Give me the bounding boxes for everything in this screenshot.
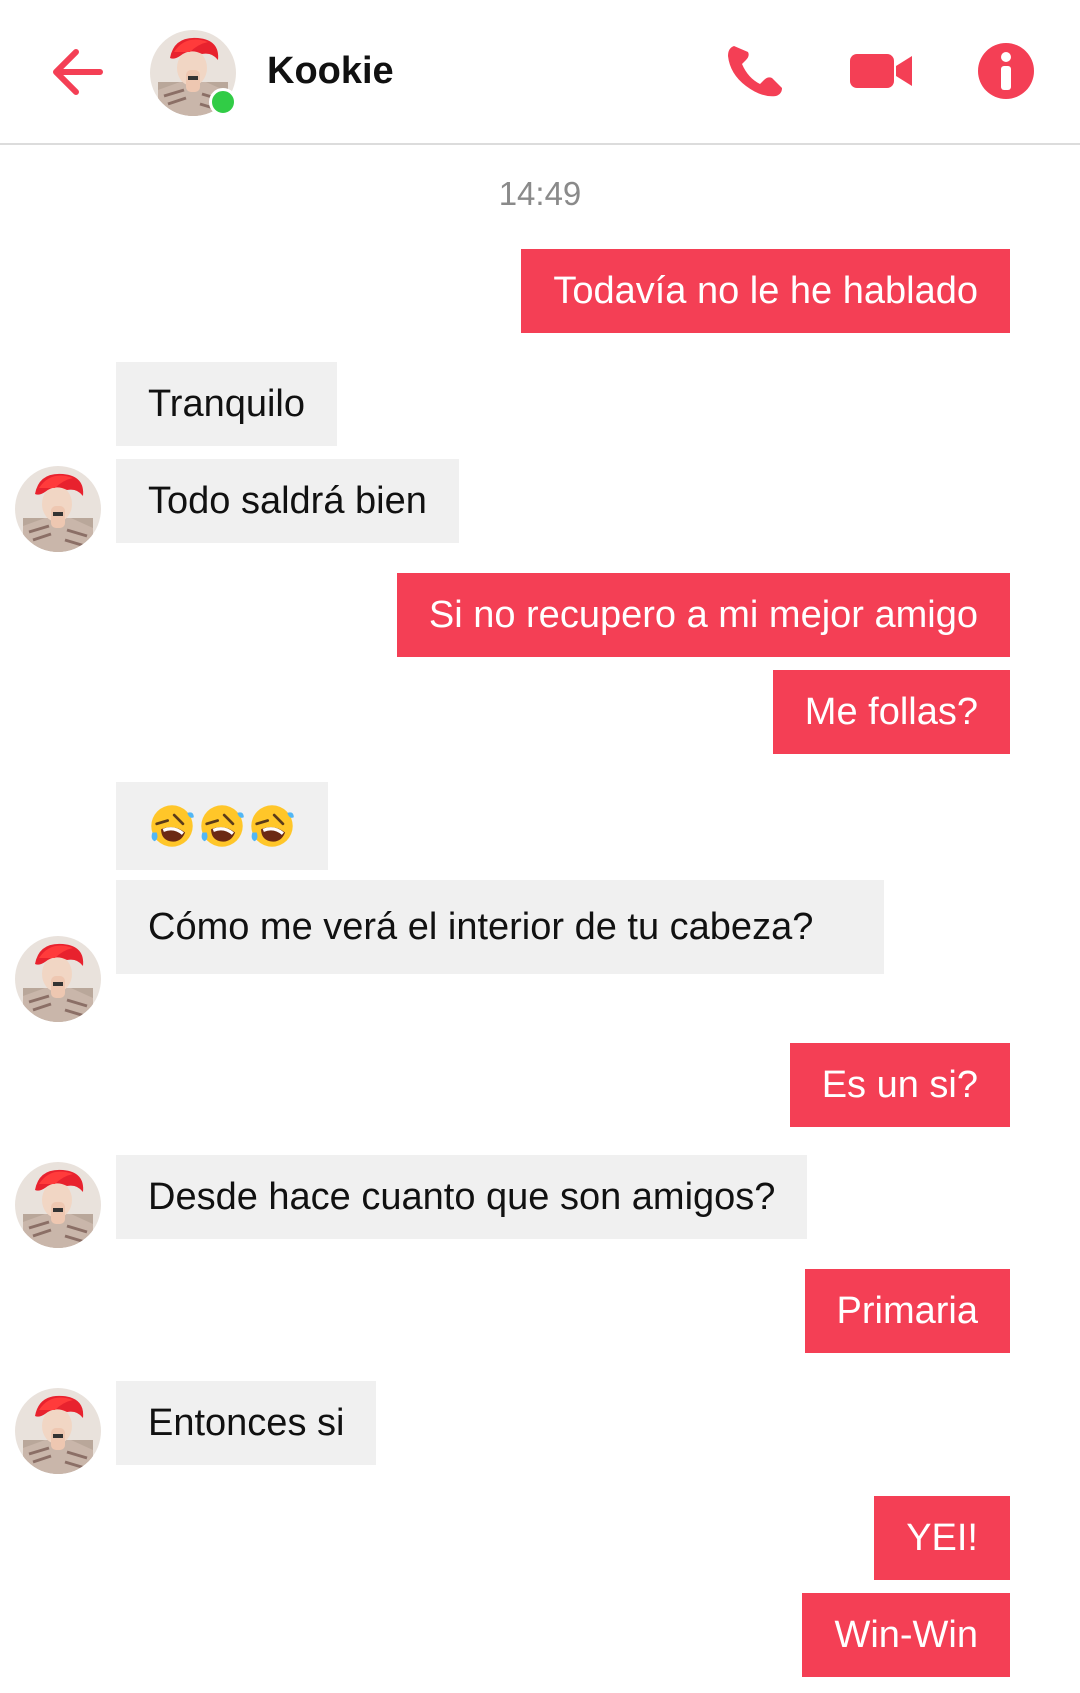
contact-avatar-small[interactable] xyxy=(15,936,101,1022)
chat-header: Kookie xyxy=(0,0,1080,145)
laughing-emoji-icon xyxy=(148,802,196,850)
video-call-button[interactable] xyxy=(848,40,914,102)
arrow-left-icon xyxy=(53,49,103,95)
incoming-message[interactable]: Tranquilo xyxy=(116,362,338,446)
incoming-message[interactable]: Entonces si xyxy=(116,1381,377,1465)
contact-avatar-small[interactable] xyxy=(15,466,101,552)
laughing-emoji-icon xyxy=(248,802,296,850)
laughing-emoji-icon xyxy=(198,802,246,850)
contact-avatar-small[interactable] xyxy=(15,1162,101,1248)
message-timestamp: 14:49 xyxy=(498,175,582,212)
outgoing-message[interactable]: Me follas? xyxy=(772,670,1010,754)
contact-avatar-small[interactable] xyxy=(15,1388,101,1474)
outgoing-message[interactable]: Si no recupero a mi mejor amigo xyxy=(396,573,1010,657)
outgoing-message[interactable]: Win-Win xyxy=(802,1593,1010,1677)
audio-call-button[interactable] xyxy=(724,40,784,102)
phone-icon xyxy=(728,46,782,97)
incoming-message[interactable]: Todo saldrá bien xyxy=(116,459,459,543)
info-icon xyxy=(978,43,1034,99)
outgoing-message[interactable]: Es un si? xyxy=(789,1043,1010,1127)
video-camera-icon xyxy=(850,54,912,88)
outgoing-message[interactable]: Todavía no le he hablado xyxy=(521,249,1010,333)
outgoing-message[interactable]: Primaria xyxy=(804,1269,1010,1353)
outgoing-message[interactable]: YEI! xyxy=(874,1496,1010,1580)
back-button[interactable] xyxy=(48,44,108,100)
contact-name[interactable]: Kookie xyxy=(267,50,394,93)
conversation-info-button[interactable] xyxy=(976,40,1036,102)
online-status-dot xyxy=(209,88,237,116)
incoming-emoji-message[interactable] xyxy=(116,782,328,870)
incoming-message[interactable]: Cómo me verá el interior de tu cabeza? xyxy=(116,880,884,974)
incoming-message[interactable]: Desde hace cuanto que son amigos? xyxy=(116,1155,808,1239)
